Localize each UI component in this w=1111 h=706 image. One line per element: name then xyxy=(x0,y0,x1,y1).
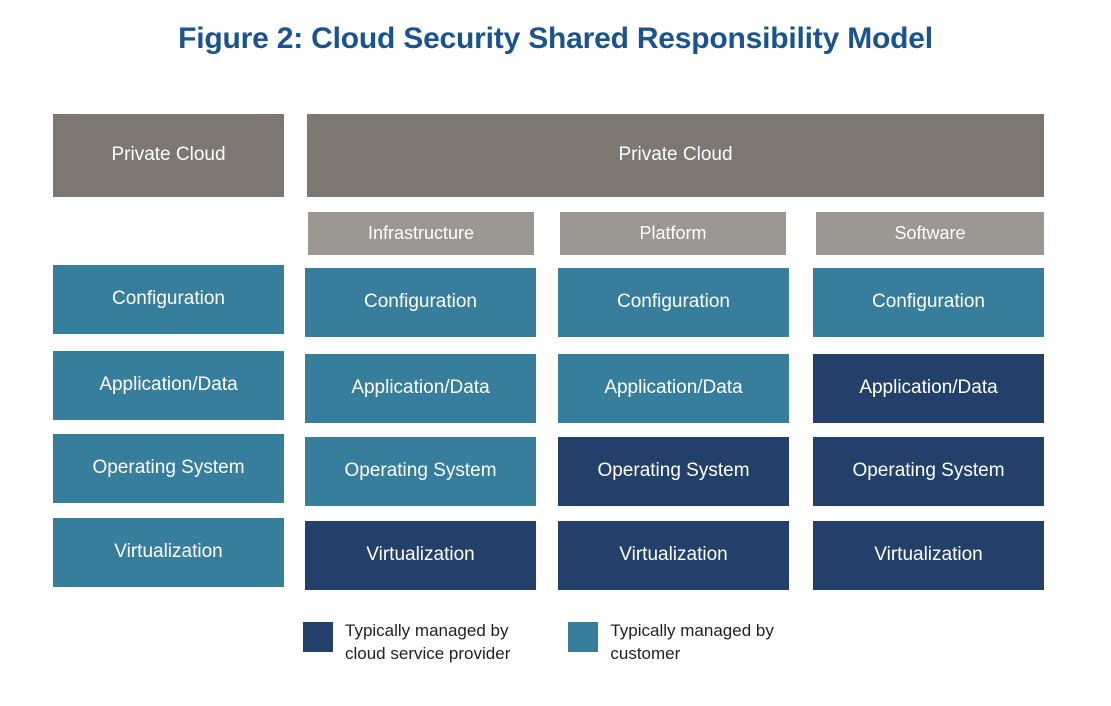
cell-software-application-data: Application/Data xyxy=(813,354,1044,423)
cell-platform-application-data: Application/Data xyxy=(558,354,789,423)
legend-label-provider: Typically managed by cloud service provi… xyxy=(345,621,511,663)
cell-software-virtualization: Virtualization xyxy=(813,521,1044,590)
private-cloud-column-header: Private Cloud xyxy=(53,114,284,197)
cell-private-cloud-virtualization: Virtualization xyxy=(53,518,284,587)
cell-private-cloud-configuration: Configuration xyxy=(53,265,284,334)
legend-item-customer: Typically managed by customer xyxy=(568,620,774,666)
cell-platform-operating-system: Operating System xyxy=(558,437,789,506)
cell-infrastructure-application-data: Application/Data xyxy=(305,354,536,423)
cell-private-cloud-operating-system: Operating System xyxy=(53,434,284,503)
cell-infrastructure-virtualization: Virtualization xyxy=(305,521,536,590)
legend-label-customer: Typically managed by customer xyxy=(610,621,774,663)
legend-item-provider: Typically managed by cloud service provi… xyxy=(303,620,510,666)
column-header-infrastructure: Infrastructure xyxy=(308,212,534,255)
legend-swatch-customer xyxy=(568,622,599,652)
cell-platform-configuration: Configuration xyxy=(558,268,789,337)
cell-software-configuration: Configuration xyxy=(813,268,1044,337)
cell-software-operating-system: Operating System xyxy=(813,437,1044,506)
public-cloud-group-banner: Private Cloud xyxy=(307,114,1044,197)
column-header-software: Software xyxy=(816,212,1044,255)
legend-swatch-provider xyxy=(303,622,333,652)
page-title: Figure 2: Cloud Security Shared Responsi… xyxy=(178,22,933,55)
cell-infrastructure-operating-system: Operating System xyxy=(305,437,536,506)
column-header-platform: Platform xyxy=(560,212,786,255)
figure-container: Figure 2: Cloud Security Shared Responsi… xyxy=(0,0,1111,706)
cell-private-cloud-application-data: Application/Data xyxy=(53,351,284,420)
cell-infrastructure-configuration: Configuration xyxy=(305,268,536,337)
cell-platform-virtualization: Virtualization xyxy=(558,521,789,590)
legend: Typically managed by cloud service provi… xyxy=(303,620,774,666)
